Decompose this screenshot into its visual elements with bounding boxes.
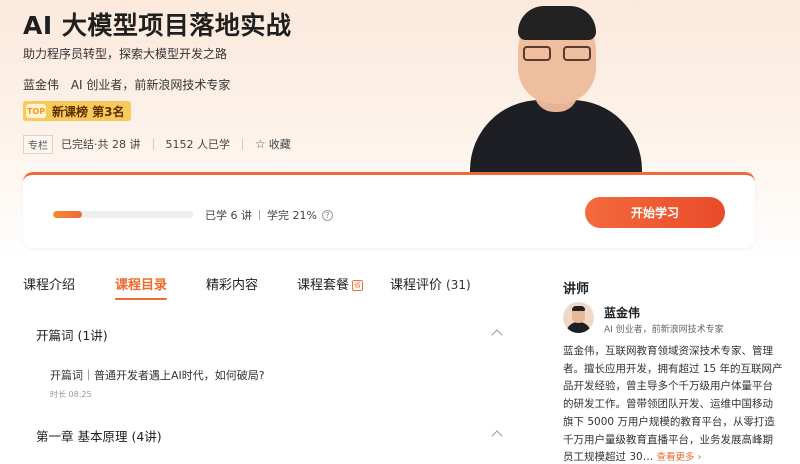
avatar — [563, 302, 594, 333]
chevron-up-icon[interactable] — [491, 329, 503, 341]
view-more-link[interactable]: 查看更多 › — [657, 452, 702, 463]
course-status: 已完结·共 28 讲 — [61, 138, 141, 151]
save-badge: 省 — [352, 280, 364, 291]
lesson-item[interactable]: 开篇词｜普通开发者遇上AI时代，如何破局? 时长 08:25 — [50, 367, 265, 400]
course-meta: 专栏 已完结·共 28 讲 5152 人已学 ☆ 收藏 — [23, 134, 291, 154]
divider — [259, 210, 260, 220]
favorite-button[interactable]: ☆ 收藏 — [255, 136, 291, 152]
star-icon: ☆ — [255, 137, 266, 151]
author-description: AI 创业者，前新浪网技术专家 — [70, 78, 231, 92]
progress-bar — [53, 211, 193, 218]
column-tag: 专栏 — [23, 134, 53, 154]
tab-label: 课程介绍 — [23, 278, 76, 293]
learner-count: 5152 人已学 — [165, 138, 231, 151]
lessons-learned: 已学 6 讲 — [205, 209, 252, 222]
lesson-title: 开篇词｜普通开发者遇上AI时代，如何破局? — [50, 369, 265, 382]
progress-info: 已学 6 讲 学完 21% ? — [205, 207, 333, 223]
progress-fill — [53, 211, 83, 218]
author-line: 蓝金伟 AI 创业者，前新浪网技术专家 — [23, 76, 230, 93]
author-name: 蓝金伟 — [23, 78, 60, 92]
divider — [242, 138, 243, 150]
chapter-header[interactable]: 开篇词 (1讲) — [36, 325, 108, 344]
chevron-up-icon[interactable] — [491, 430, 503, 442]
tab-intro[interactable]: 课程介绍 — [23, 274, 75, 293]
tab-label: 精彩内容 — [206, 278, 259, 293]
tab-label: 课程目录 — [115, 278, 168, 293]
top-rank-icon: TOP — [26, 104, 46, 118]
teacher-bio-text: 蓝金伟，互联网教育领域资深技术专家、管理者。擅长应用开发，拥有超过 15 年的互… — [563, 345, 783, 464]
teacher-section-title: 讲师 — [563, 282, 590, 297]
progress-card: 已学 6 讲 学完 21% ? 开始学习 — [23, 172, 755, 248]
chapter-header[interactable]: 第一章 基本原理 (4讲) — [36, 426, 162, 445]
question-icon[interactable]: ? — [321, 209, 333, 221]
photo-glasses — [523, 46, 591, 62]
teacher-name: 蓝金伟 — [604, 306, 641, 320]
divider — [152, 138, 154, 150]
tab-reviews[interactable]: 课程评价 (31) — [390, 274, 471, 293]
tab-label: 课程套餐 — [297, 278, 350, 293]
completion-rate: 学完 21% — [267, 209, 317, 222]
favorite-label: 收藏 — [268, 138, 291, 151]
instructor-photo — [456, 0, 652, 172]
tab-label: 课程评价 — [390, 278, 443, 293]
rank-label: 新课榜 第3名 — [52, 104, 125, 119]
active-tab-underline — [115, 298, 168, 300]
lesson-duration: 时长 08:25 — [50, 390, 92, 399]
course-subtitle: 助力程序员转型，探索大模型开发之路 — [23, 47, 228, 61]
course-title: AI 大模型项目落地实战 — [23, 11, 292, 40]
teacher-bio: 蓝金伟，互联网教育领域资深技术专家、管理者。擅长应用开发，拥有超过 15 年的互… — [563, 343, 783, 464]
rank-badge[interactable]: TOP 新课榜 第3名 — [23, 101, 131, 121]
review-count: (31) — [446, 278, 471, 292]
start-learning-button[interactable]: 开始学习 — [585, 197, 725, 228]
photo-hair — [518, 6, 596, 40]
tab-catalog[interactable]: 课程目录 — [115, 274, 168, 300]
teacher-role: AI 创业者，前新浪网技术专家 — [604, 325, 724, 335]
tab-packages[interactable]: 课程套餐省 — [297, 274, 364, 293]
tab-highlights[interactable]: 精彩内容 — [206, 274, 258, 293]
